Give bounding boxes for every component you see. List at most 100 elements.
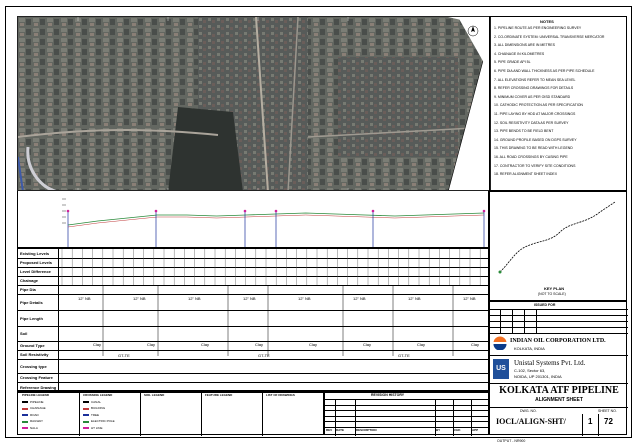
crossing-point [154,209,158,213]
approval-title: ISSUED FOR [534,303,556,307]
profile-row-label: Soil [20,331,28,336]
revision-header: CHK [454,428,461,432]
legend-swatch [83,407,89,410]
legend-group-title: PIPELINE LEGEND [22,393,50,397]
note-item: 16. ALL ROAD CROSSINGS BY CASING PIPE [494,155,568,159]
legend-swatch [22,414,28,416]
drawing-sheet: NOTES 1. PIPELINE ROUTE AS PER ENGINEERI… [5,6,632,438]
crossing-point [274,209,278,213]
legend-swatch [22,420,28,423]
client-city: KOLKATA, INDIA [514,346,545,351]
note-item: 9. MINIMUM COVER AS PER OISD STANDARD [494,94,571,99]
revision-header: APP [472,428,479,432]
key-plan-subtitle: (NOT TO SCALE) [538,292,566,296]
legend-swatch [83,414,89,416]
key-plan: KEY PLAN (NOT TO SCALE) [489,191,627,301]
title-block: ISSUED FOR INDIAN OIL CORPORATION LTD. K… [489,301,628,436]
drawing-number: IOCL/ALIGN-SHT/ [496,417,566,426]
sheet-number: 1 [588,417,593,426]
revision-header: DESCRIPTION [356,428,377,432]
note-item: 5. PIPE GRADE API 5L [494,60,531,65]
legend-item: PIPELINE [30,399,44,404]
legend-group-title: SOIL LEGEND [144,393,165,397]
note-item: 18. REFER ALIGNMENT SHEET INDEX [494,172,558,177]
note-item: 10. CATHODIC PROTECTION AS PER SPECIFICA… [494,103,583,108]
sheet-no-label: SHEET NO. [598,409,617,413]
note-item: 17. CONTRACTOR TO VERIFY SITE CONDITIONS [494,163,576,168]
project-title: KOLKATA ATF PIPELINE [499,385,619,396]
legend-group-title: LIST OF DRAWINGS [266,393,295,397]
legend-item: HT LINE [91,425,103,430]
profile-row-label: Soil Resistivity [20,352,49,357]
legend-swatch [83,427,89,429]
notes-panel: NOTES 1. PIPELINE ROUTE AS PER ENGINEERI… [489,16,627,191]
note-item: 3. ALL DIMENSIONS ARE IN METRES [494,43,555,48]
consultant-name: Unistal Systems Pvt. Ltd. [514,359,586,367]
crossing-point [371,209,375,213]
note-item: 2. CO-ORDINATE SYSTEM: UNIVERSAL TRANSVE… [494,34,605,39]
legend-item: ELECTRIC POLE [91,419,115,423]
profile-row-label: Pipe Length [20,315,43,321]
legend-strip: PIPELINE LEGEND CROSSING LEGEND SOIL LEGEN… [17,391,324,436]
crossing-point [482,209,486,213]
legend-swatch [22,401,28,403]
legend-group-title: FEATURE LEGEND [205,393,233,397]
profile-row-label: Existing Levels [20,251,50,256]
revision-header: REV [326,428,333,432]
profile-row-label: Pipe Details [20,299,43,305]
note-item: 15. THIS DRAWING TO BE READ WITH LEGEND [494,146,573,151]
note-item: 13. PIPE BENDS TO BE FIELD BENT [494,129,554,134]
client-name: INDIAN OIL CORPORATION LTD. [510,338,606,344]
note-item: 6. PIPE DIA AND WALL THICKNESS AS PER PI… [494,69,595,73]
consultant-address-1: C-102, Sector 63, [514,368,546,373]
north-arrow-icon [467,25,479,37]
profile-row-label: Chainage [20,278,39,283]
revision-header: BY [436,428,441,432]
profile-row-label: Ground Type [20,343,45,348]
note-item: 11. PIPE LAYING BY HDD AT MAJOR CROSSING… [494,112,576,116]
profile-table: Existing Levels Proposed Levels Level Diff… [17,248,490,393]
project-subtitle: ALIGNMENT SHEET [535,397,583,403]
revision-title: REVISION HISTORY [371,393,405,397]
legend-group-title: CROSSING LEGEND [83,393,113,397]
legend-item: ROAD [30,412,39,417]
legend-swatch [83,420,89,423]
note-item: 12. SOIL RESISTIVITY DATA AS PER SURVEY [494,120,569,125]
profile-row-label: Reference Drawing [20,384,57,390]
profile-row-label: Pipe Dia [20,287,36,292]
note-item: 1. PIPELINE ROUTE AS PER ENGINEERING SUR… [494,26,582,30]
revision-header: DATE [336,428,344,432]
indian-oil-logo-icon [493,336,507,350]
notes-title: NOTES [540,19,554,24]
sheet-total: 72 [604,417,613,426]
profile-chart [17,191,489,248]
legend-item: CANAL [91,399,102,404]
legend-swatch [83,401,89,403]
legend-swatch [22,427,28,429]
ground-profile-plot [62,198,486,247]
legend-item: CHAINAGE [30,406,46,410]
table-grid [61,249,481,356]
client-box: INDIAN OIL CORPORATION LTD. KOLKATA, IND… [490,333,628,355]
profile-row-label: Crossing Feature [20,375,53,380]
profile-row-label: Proposed Levels [20,260,53,265]
drawing-number-box: DWG. NO. SHEET NO. IOCL/ALIGN-SHT/ 1 72 [490,407,628,436]
footer-label: OUTPUT - NR900 [497,439,526,443]
note-item: 8. REFER CROSSING DRAWINGS FOR DETAILS [494,86,574,91]
aerial-map[interactable] [17,16,491,191]
note-item: 14. GROUND PROFILE BASED ON DGPS SURVEY [494,137,577,142]
crossing-point [243,209,247,213]
legend-item: TREE [91,412,100,417]
legend-item: RAILWAY [30,419,43,423]
legend-item: BUILDING [91,406,106,410]
consultant-box: US Unistal Systems Pvt. Ltd. C-102, Sect… [490,355,628,383]
dwg-no-label: DWG. NO. [520,409,537,413]
satellite-imagery [18,17,490,190]
revision-table: REVISION HISTORY REV DATE DESCRIPTION BY CHK… [324,391,490,436]
notes-list: 1. PIPELINE ROUTE AS PER ENGINEERING SUR… [490,26,626,186]
legend-item: NALA [30,425,38,430]
start-point-icon [498,270,502,274]
profile-row-label: Level Difference [20,269,51,274]
note-item: 7. ALL ELEVATIONS REFER TO MEAN SEA LEVE… [494,77,576,82]
key-plan-map [498,201,616,274]
